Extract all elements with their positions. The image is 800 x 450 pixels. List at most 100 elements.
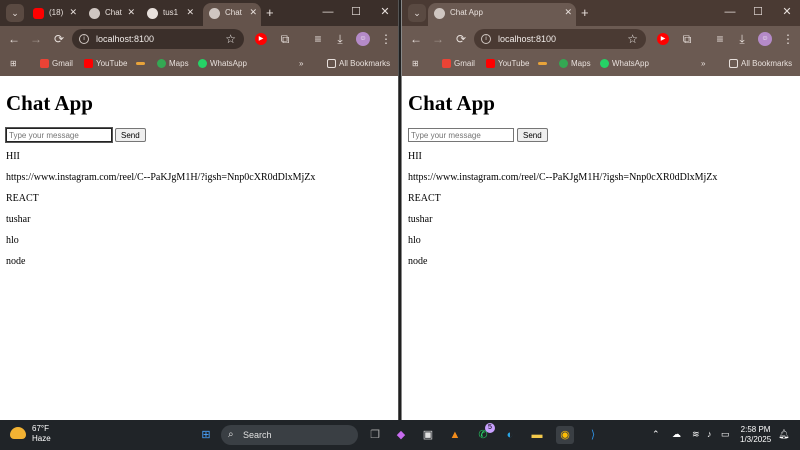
- close-icon[interactable]: ✕: [127, 3, 135, 22]
- close-icon[interactable]: ✕: [69, 3, 77, 22]
- close-icon[interactable]: ✕: [249, 3, 257, 22]
- reading-list-icon[interactable]: ≡: [712, 31, 728, 47]
- search-label: Search: [243, 430, 272, 440]
- reload-icon[interactable]: ⟳: [453, 31, 469, 47]
- bookmark-misc[interactable]: [538, 58, 550, 70]
- message-input[interactable]: [408, 128, 514, 142]
- maximize-button[interactable]: ☐: [751, 5, 765, 19]
- close-icon[interactable]: ✕: [564, 3, 572, 22]
- bookmark-youtube[interactable]: YouTube: [84, 58, 127, 70]
- extensions-icon[interactable]: ⧉: [277, 31, 293, 47]
- menu-icon[interactable]: ⋮: [378, 31, 394, 47]
- taskbar-search[interactable]: ⌕ Search: [221, 425, 358, 445]
- download-icon[interactable]: ⤓: [332, 31, 348, 47]
- bookmark-whatsapp[interactable]: WhatsApp: [600, 58, 649, 70]
- tab-search-button[interactable]: ⌄: [6, 4, 24, 22]
- volume-icon[interactable]: ♪: [707, 428, 712, 440]
- file-explorer-icon[interactable]: ▬: [528, 426, 546, 444]
- folder-icon: [327, 59, 336, 69]
- clock[interactable]: 2:58 PM 1/3/2025: [740, 425, 771, 445]
- tab-chat-active[interactable]: Chat App ✕: [428, 3, 576, 26]
- bookmark-star-icon[interactable]: ☆: [627, 29, 638, 49]
- reload-icon[interactable]: ⟳: [51, 31, 67, 47]
- apps-icon[interactable]: ⊞: [412, 58, 419, 70]
- site-info-icon[interactable]: i: [79, 34, 89, 44]
- bookmark-maps[interactable]: Maps: [157, 58, 189, 70]
- new-tab-button[interactable]: +: [581, 3, 589, 22]
- site-info-icon[interactable]: i: [481, 34, 491, 44]
- message-item: node: [6, 256, 26, 267]
- youtube-extension-icon[interactable]: ▶: [657, 33, 669, 45]
- vlc-icon[interactable]: ▲: [446, 426, 464, 444]
- vscode-icon[interactable]: ⟩: [584, 426, 602, 444]
- bookmarks-bar: ⊞ Gmail YouTube Maps WhatsApp » All Book…: [0, 52, 398, 76]
- more-bookmarks-icon[interactable]: »: [701, 58, 705, 70]
- menu-icon[interactable]: ⋮: [780, 31, 796, 47]
- start-button[interactable]: ⊞: [197, 426, 215, 444]
- tab-label: (18): [49, 8, 64, 17]
- weather-temp: 67°F: [32, 424, 49, 433]
- all-bookmarks[interactable]: All Bookmarks: [327, 58, 390, 70]
- chrome-icon[interactable]: ◉: [556, 426, 574, 444]
- globe-icon: [89, 8, 100, 19]
- back-icon[interactable]: ←: [408, 31, 424, 47]
- message-form: Send: [5, 127, 392, 143]
- tab-github[interactable]: tus1 ✕: [141, 3, 198, 26]
- more-bookmarks-icon[interactable]: »: [299, 58, 303, 70]
- back-icon[interactable]: ←: [6, 31, 22, 47]
- bookmark-gmail[interactable]: Gmail: [40, 58, 73, 70]
- bookmark-icon: [538, 62, 547, 66]
- page-title: Chat App: [6, 91, 93, 115]
- gmail-icon: [442, 59, 451, 69]
- youtube-extension-icon[interactable]: ▶: [255, 33, 267, 45]
- minimize-button[interactable]: —: [723, 5, 737, 19]
- task-view-icon[interactable]: ❐: [366, 426, 384, 444]
- forward-icon[interactable]: →: [28, 31, 44, 47]
- onedrive-icon[interactable]: ☁: [672, 428, 681, 440]
- tab-youtube[interactable]: (18) ✕: [27, 3, 81, 26]
- message-input[interactable]: [5, 127, 113, 143]
- weather-widget[interactable]: 67°F Haze: [10, 424, 51, 444]
- all-bookmarks[interactable]: All Bookmarks: [729, 58, 792, 70]
- tab-chat[interactable]: Chat ✕: [83, 3, 139, 26]
- reading-list-icon[interactable]: ≡: [310, 31, 326, 47]
- bookmark-star-icon[interactable]: ☆: [225, 29, 236, 49]
- download-icon[interactable]: ⤓: [734, 31, 750, 47]
- close-window-button[interactable]: ✕: [780, 5, 794, 19]
- store-icon[interactable]: ▣: [419, 426, 437, 444]
- message-item: REACT: [408, 193, 441, 204]
- send-button[interactable]: Send: [115, 128, 146, 142]
- bookmarks-bar: ⊞ Gmail YouTube Maps WhatsApp » All Book…: [402, 52, 800, 76]
- apps-icon[interactable]: ⊞: [10, 58, 17, 70]
- close-icon[interactable]: ✕: [186, 3, 194, 22]
- profile-avatar[interactable]: ☺: [356, 32, 370, 46]
- taskbar: 67°F Haze ⊞ ⌕ Search ❐ ◆ ▣ ▲ ✆ 5 ◐ ▬ ◉ ⟩ …: [0, 420, 800, 450]
- extensions-icon[interactable]: ⧉: [679, 31, 695, 47]
- message-item: https://www.instagram.com/reel/C--PaKJgM…: [408, 172, 718, 183]
- show-hidden-icons[interactable]: ⌃: [652, 428, 660, 440]
- bookmark-whatsapp[interactable]: WhatsApp: [198, 58, 247, 70]
- send-button[interactable]: Send: [517, 128, 548, 142]
- address-bar[interactable]: i localhost:8100 ☆: [474, 29, 646, 49]
- minimize-button[interactable]: —: [321, 5, 335, 19]
- tab-chat-active[interactable]: Chat ✕: [203, 3, 261, 26]
- bookmark-youtube[interactable]: YouTube: [486, 58, 529, 70]
- wifi-icon[interactable]: ≋: [692, 428, 700, 440]
- profile-avatar[interactable]: ☺: [758, 32, 772, 46]
- bookmark-gmail[interactable]: Gmail: [442, 58, 475, 70]
- toolbar: ← → ⟳ i localhost:8100 ☆ ▶ ⧉ ≡ ⤓ ☺ ⋮: [402, 26, 800, 52]
- close-window-button[interactable]: ✕: [378, 5, 392, 19]
- address-bar[interactable]: i localhost:8100 ☆: [72, 29, 244, 49]
- notification-bell-icon[interactable]: 🔔︎: [778, 428, 789, 440]
- forward-icon[interactable]: →: [430, 31, 446, 47]
- tab-search-button[interactable]: ⌄: [408, 4, 426, 22]
- maps-icon: [157, 59, 166, 69]
- battery-icon[interactable]: ▭: [721, 428, 730, 440]
- edge-icon[interactable]: ◐: [501, 426, 519, 444]
- bookmark-maps[interactable]: Maps: [559, 58, 591, 70]
- copilot-icon[interactable]: ◆: [392, 426, 410, 444]
- bookmark-misc[interactable]: [136, 58, 148, 70]
- maximize-button[interactable]: ☐: [349, 5, 363, 19]
- new-tab-button[interactable]: +: [266, 3, 274, 22]
- whatsapp-taskbar-icon[interactable]: ✆ 5: [474, 423, 495, 444]
